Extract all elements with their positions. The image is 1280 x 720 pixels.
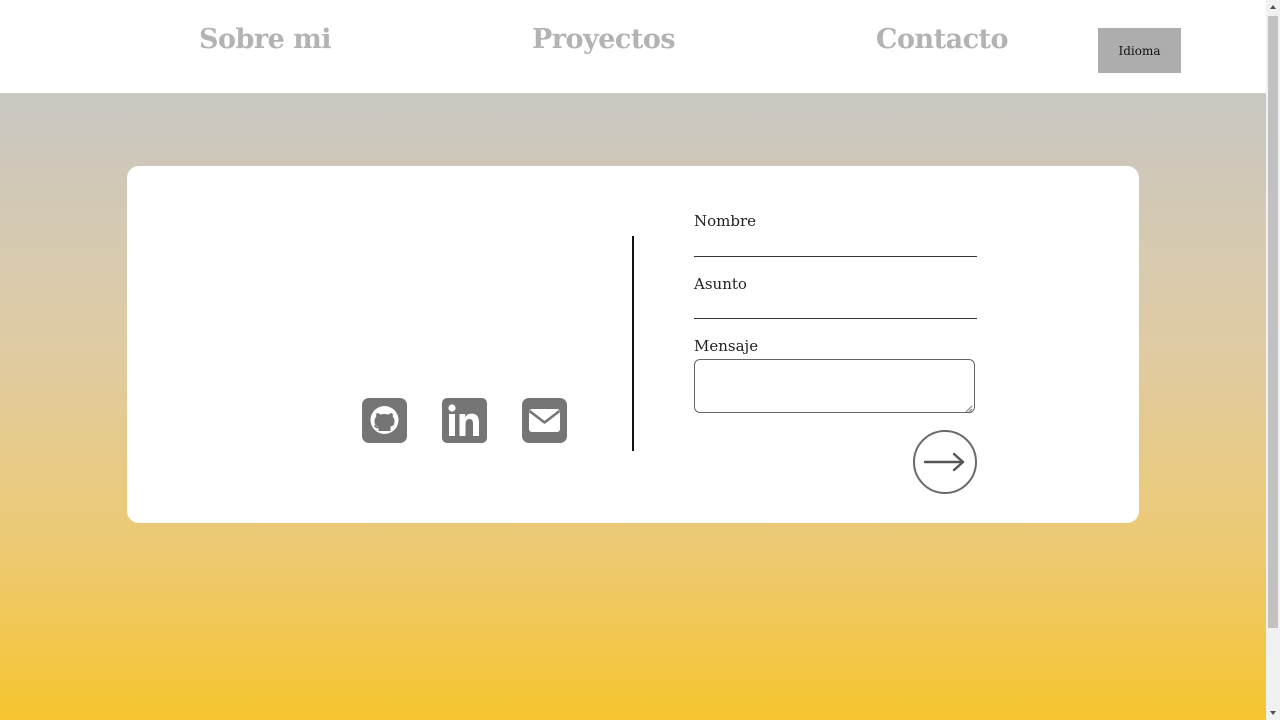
subject-label: Asunto — [694, 275, 747, 293]
scrollbar-thumb[interactable] — [1268, 16, 1278, 628]
message-label: Mensaje — [694, 337, 759, 355]
top-navbar: Sobre mi Proyectos Contacto Idioma — [0, 0, 1266, 94]
nav-link-about[interactable]: Sobre mi — [199, 24, 332, 55]
arrow-right-icon — [923, 452, 965, 472]
message-textarea[interactable] — [694, 359, 975, 413]
scroll-down-arrow-icon[interactable] — [1266, 706, 1280, 720]
name-label: Nombre — [694, 212, 757, 230]
send-button[interactable] — [913, 430, 977, 494]
nav-link-contact[interactable]: Contacto — [876, 24, 1009, 55]
nav-link-projects[interactable]: Proyectos — [532, 24, 676, 55]
scroll-up-arrow-icon[interactable] — [1266, 0, 1280, 14]
email-icon[interactable] — [522, 398, 567, 443]
page: Sobre mi Proyectos Contacto Idioma Nombr… — [0, 0, 1266, 720]
resize-grip-icon[interactable] — [965, 405, 973, 413]
language-button[interactable]: Idioma — [1098, 28, 1181, 73]
name-input[interactable] — [694, 234, 977, 257]
vertical-divider — [632, 236, 634, 451]
linkedin-icon[interactable] — [442, 398, 487, 443]
vertical-scrollbar[interactable] — [1266, 0, 1280, 720]
subject-input[interactable] — [694, 296, 977, 319]
github-icon[interactable] — [362, 398, 407, 443]
